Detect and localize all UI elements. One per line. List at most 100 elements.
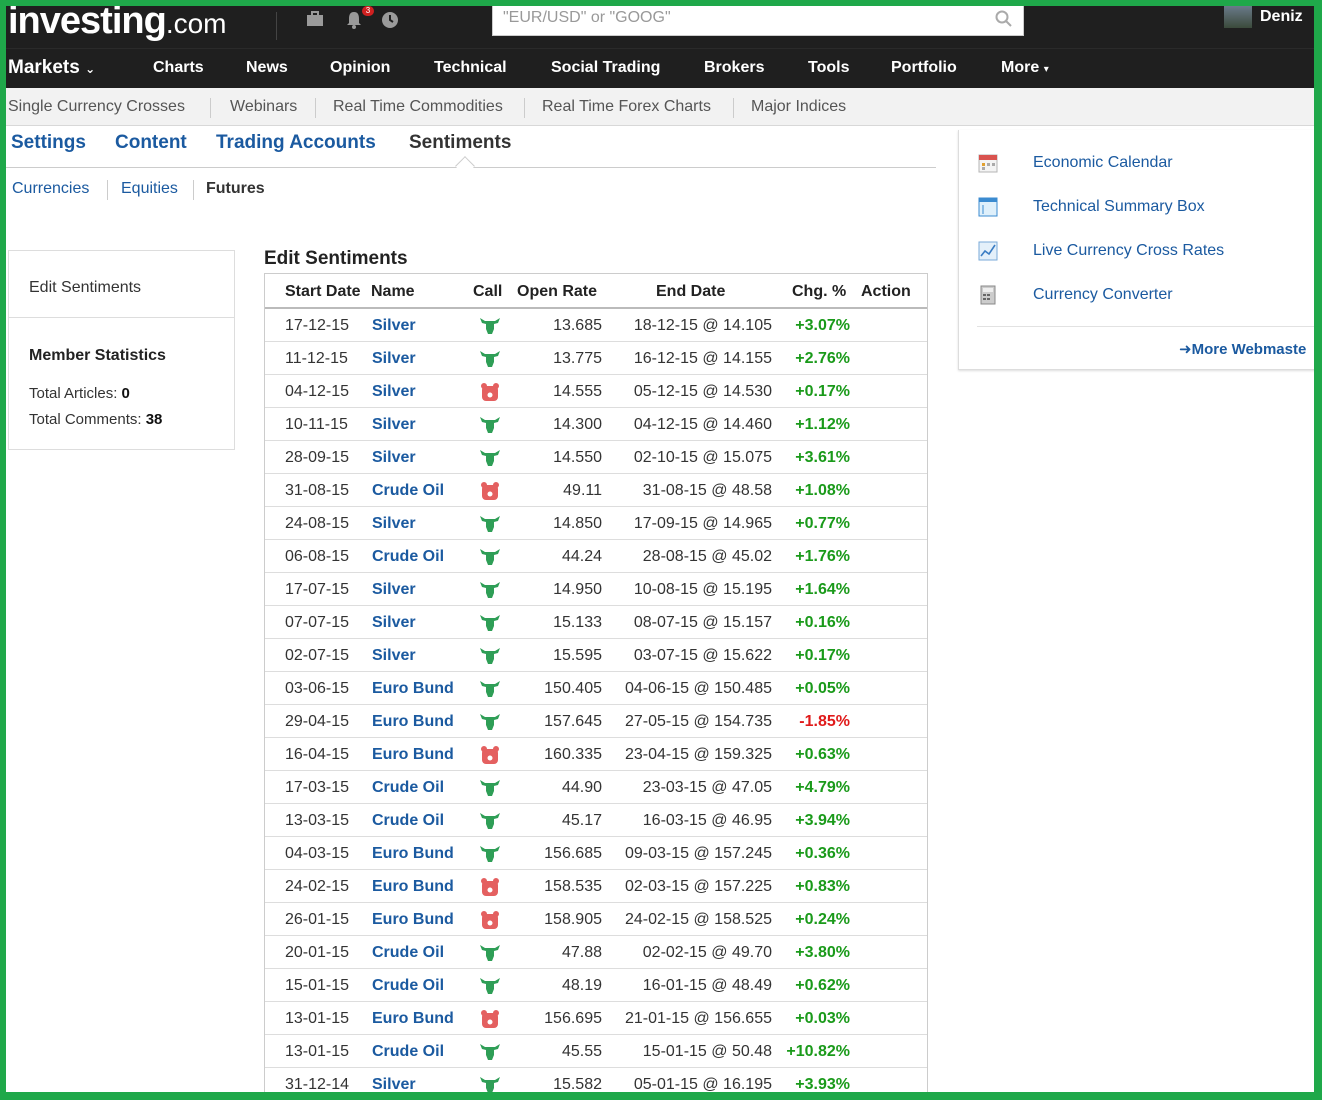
- instrument-link[interactable]: Silver: [372, 515, 416, 533]
- nav-brokers[interactable]: Brokers: [704, 59, 764, 77]
- sub-nav: Single Currency Crosses Webinars Real Ti…: [6, 88, 1314, 126]
- instrument-link[interactable]: Silver: [372, 647, 416, 665]
- instrument-link[interactable]: Euro Bund: [372, 911, 454, 929]
- bell-icon[interactable]: [346, 11, 362, 34]
- instrument-link[interactable]: Silver: [372, 449, 416, 467]
- col-action[interactable]: Action: [861, 283, 911, 301]
- start-date: 26-01-15: [285, 911, 350, 928]
- search-icon[interactable]: [995, 10, 1013, 33]
- table-row: 10-11-15 Silver 14.300 04-12-15 @ 14.460 +1.…: [265, 408, 927, 441]
- start-date: 29-04-15: [285, 713, 350, 730]
- open-rate: 49.11: [563, 482, 602, 499]
- browser-frame: investing.com 3 "EUR/USD" or "GOOG" Deni…: [6, 6, 1314, 1092]
- instrument-link[interactable]: Crude Oil: [372, 812, 444, 830]
- subnav-webinars[interactable]: Webinars: [230, 98, 297, 116]
- instrument-link[interactable]: Silver: [372, 614, 416, 632]
- tab-sentiments[interactable]: Sentiments: [409, 132, 511, 154]
- subnav-major-indices[interactable]: Major Indices: [751, 98, 846, 116]
- tab-content[interactable]: Content: [115, 132, 187, 154]
- bull-icon: [479, 315, 501, 337]
- open-rate: 157.645: [544, 713, 602, 730]
- col-start-date[interactable]: Start Date: [285, 283, 361, 301]
- nav-opinion[interactable]: Opinion: [330, 59, 390, 77]
- bull-icon: [479, 348, 501, 370]
- tab-settings[interactable]: Settings: [11, 132, 86, 154]
- change-percent: +0.16%: [795, 614, 850, 631]
- start-date: 28-09-15: [285, 449, 350, 466]
- start-date: 07-07-15: [285, 614, 350, 631]
- subtab-currencies[interactable]: Currencies: [12, 180, 89, 198]
- table-row: 17-12-15 Silver 13.685 18-12-15 @ 14.105 +3.…: [265, 309, 927, 342]
- username[interactable]: Deniz: [1260, 8, 1303, 26]
- instrument-link[interactable]: Crude Oil: [372, 1043, 444, 1061]
- nav-charts[interactable]: Charts: [153, 59, 204, 77]
- instrument-link[interactable]: Euro Bund: [372, 1010, 454, 1028]
- nav-more[interactable]: More ▾: [1001, 59, 1049, 77]
- instrument-link[interactable]: Euro Bund: [372, 878, 454, 896]
- instrument-link[interactable]: Euro Bund: [372, 746, 454, 764]
- subnav-real-time-forex-charts[interactable]: Real Time Forex Charts: [542, 98, 711, 116]
- nav-markets[interactable]: Markets ⌄: [8, 57, 95, 79]
- col-call[interactable]: Call: [473, 283, 502, 301]
- subnav-real-time-commodities[interactable]: Real Time Commodities: [333, 98, 503, 116]
- instrument-link[interactable]: Euro Bund: [372, 680, 454, 698]
- instrument-link[interactable]: Silver: [372, 416, 416, 434]
- instrument-link[interactable]: Silver: [372, 383, 416, 401]
- col-name[interactable]: Name: [371, 283, 415, 301]
- instrument-link[interactable]: Silver: [372, 581, 416, 599]
- change-percent: +0.03%: [795, 1010, 850, 1027]
- subtab-futures[interactable]: Futures: [206, 180, 265, 198]
- bull-icon: [479, 612, 501, 634]
- table-row: 16-04-15 Euro Bund 160.335 23-04-15 @ 159.3…: [265, 738, 927, 771]
- table-row: 24-02-15 Euro Bund 158.535 02-03-15 @ 157.2…: [265, 870, 927, 903]
- instrument-link[interactable]: Silver: [372, 1076, 416, 1092]
- start-date: 10-11-15: [285, 416, 348, 433]
- more-webmaster-tools-link[interactable]: ➜More Webmaste: [1179, 340, 1306, 358]
- table-row: 13-01-15 Crude Oil 45.55 15-01-15 @ 50.48 +1…: [265, 1035, 927, 1068]
- webmaster-tools-panel: Economic Calendar Technical Summary Box …: [958, 130, 1314, 370]
- table-row: 20-01-15 Crude Oil 47.88 02-02-15 @ 49.70 +3…: [265, 936, 927, 969]
- tab-trading-accounts[interactable]: Trading Accounts: [216, 132, 376, 154]
- edit-sentiments-link[interactable]: Edit Sentiments: [29, 279, 141, 297]
- divider: [733, 98, 734, 118]
- nav-portfolio[interactable]: Portfolio: [891, 59, 957, 77]
- instrument-link[interactable]: Euro Bund: [372, 713, 454, 731]
- end-date: 05-01-15 @ 16.195: [633, 1076, 772, 1092]
- change-percent: +0.63%: [795, 746, 850, 763]
- nav-news[interactable]: News: [246, 59, 288, 77]
- briefcase-icon[interactable]: [306, 11, 324, 32]
- site-logo[interactable]: investing.com: [8, 6, 227, 43]
- instrument-link[interactable]: Silver: [372, 317, 416, 335]
- open-rate: 158.905: [544, 911, 602, 928]
- start-date: 17-12-15: [285, 317, 350, 334]
- chevron-down-icon: ▾: [1043, 64, 1049, 75]
- subtab-equities[interactable]: Equities: [121, 180, 178, 198]
- change-percent: +0.24%: [795, 911, 850, 928]
- nav-tools[interactable]: Tools: [808, 59, 849, 77]
- calculator-icon: [980, 285, 996, 305]
- nav-social-trading[interactable]: Social Trading: [551, 59, 660, 77]
- subnav-single-currency-crosses[interactable]: Single Currency Crosses: [8, 98, 185, 116]
- arrow-right-icon: ➜: [1179, 341, 1192, 358]
- search-input[interactable]: "EUR/USD" or "GOOG": [492, 6, 1024, 36]
- end-date: 02-02-15 @ 49.70: [642, 944, 772, 961]
- instrument-link[interactable]: Silver: [372, 350, 416, 368]
- instrument-link[interactable]: Crude Oil: [372, 548, 444, 566]
- divider: [315, 98, 316, 118]
- clock-icon[interactable]: [381, 11, 399, 34]
- open-rate: 45.55: [561, 1043, 602, 1060]
- divider: [107, 180, 108, 200]
- nav-technical[interactable]: Technical: [434, 59, 507, 77]
- col-chg[interactable]: Chg. %: [792, 283, 846, 301]
- col-end-date[interactable]: End Date: [656, 283, 725, 301]
- instrument-link[interactable]: Crude Oil: [372, 944, 444, 962]
- avatar[interactable]: [1224, 6, 1252, 28]
- table-row: 29-04-15 Euro Bund 157.645 27-05-15 @ 154.7…: [265, 705, 927, 738]
- instrument-link[interactable]: Crude Oil: [372, 779, 444, 797]
- bear-icon: [479, 1008, 501, 1030]
- instrument-link[interactable]: Crude Oil: [372, 977, 444, 995]
- start-date: 24-02-15: [285, 878, 350, 895]
- instrument-link[interactable]: Euro Bund: [372, 845, 454, 863]
- col-open-rate[interactable]: Open Rate: [517, 283, 597, 301]
- instrument-link[interactable]: Crude Oil: [372, 482, 444, 500]
